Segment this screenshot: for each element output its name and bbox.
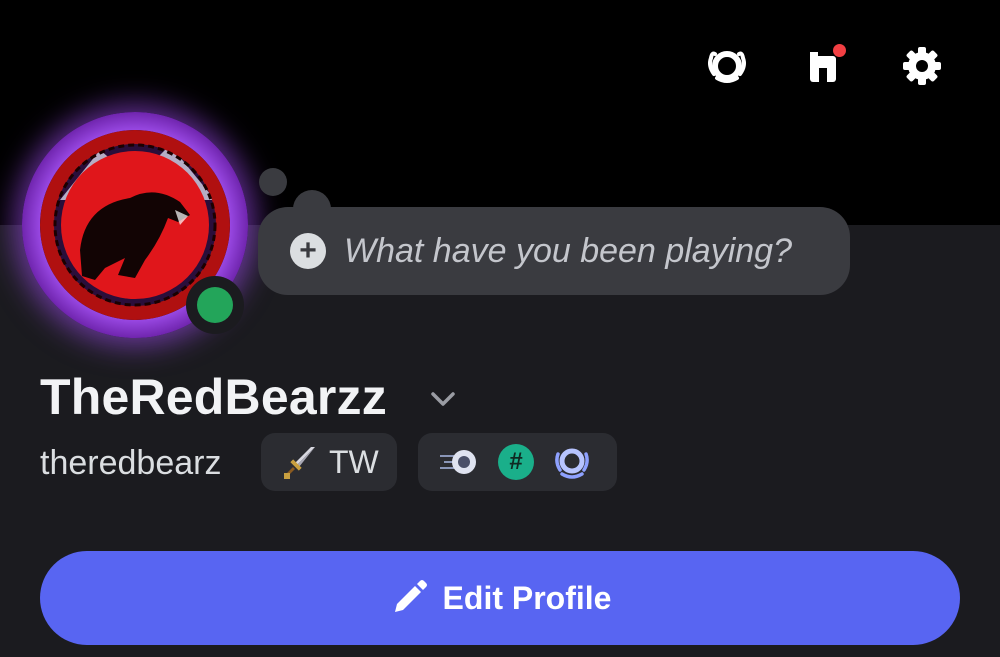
display-name: TheRedBearzz (40, 369, 387, 425)
pencil-icon (394, 580, 427, 612)
sword-icon (284, 447, 315, 479)
edit-profile-label: Edit Profile (442, 579, 612, 616)
custom-status-bubble[interactable]: + What have you been playing? (258, 207, 850, 295)
server-tag[interactable]: TW (261, 433, 397, 491)
bubble-tail-small (259, 168, 287, 196)
edit-profile-button[interactable]: Edit Profile (40, 551, 960, 645)
nitro-laurel-icon[interactable] (703, 42, 751, 90)
online-status-dot (197, 287, 233, 323)
speed-orb-badge[interactable] (438, 442, 478, 482)
add-status-icon: + (290, 233, 326, 269)
username: theredbearz (40, 444, 222, 482)
notification-dot (833, 44, 846, 57)
hashtag-badge[interactable]: # (496, 442, 536, 482)
server-tag-text: TW (329, 443, 379, 480)
nitro-laurel-badge[interactable] (552, 442, 592, 482)
badges-container[interactable]: # (418, 433, 617, 491)
shop-icon[interactable] (800, 42, 848, 90)
chevron-down-icon[interactable] (426, 384, 460, 414)
custom-status-placeholder: What have you been playing? (344, 231, 792, 270)
status-indicator (186, 276, 244, 334)
settings-gear-icon[interactable] (898, 42, 946, 90)
